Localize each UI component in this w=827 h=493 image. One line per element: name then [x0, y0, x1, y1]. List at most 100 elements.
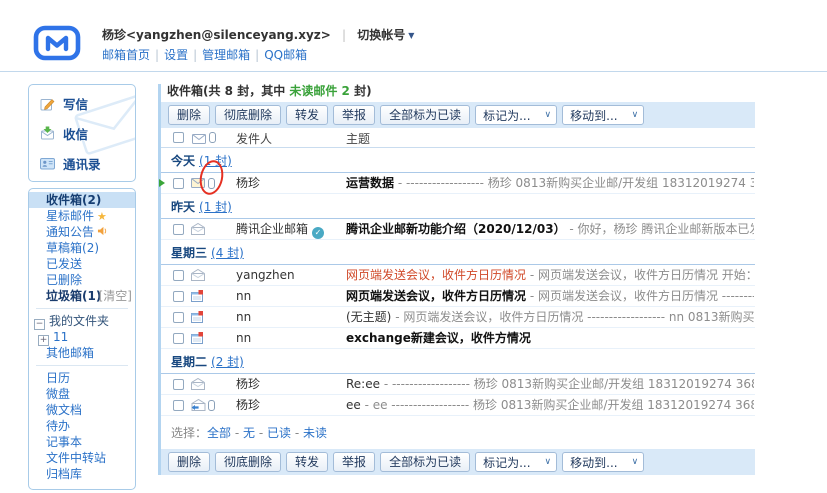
move-to-dropdown[interactable]: 移动到...∨ — [562, 452, 644, 472]
attachment-icon — [208, 178, 215, 189]
sidebar-item-drafts[interactable]: 草稿箱(2) — [29, 240, 135, 256]
mail-read-icon — [191, 223, 205, 238]
official-badge-icon: ✓ — [312, 227, 324, 239]
star-icon: ★ — [97, 210, 107, 223]
sidebar-item-inbox[interactable]: 收件箱(2) — [29, 192, 135, 208]
group-header-tuesday: 星期二(2 封) — [161, 349, 755, 374]
speaker-icon — [97, 225, 108, 239]
sidebar-item-sent[interactable]: 已发送 — [29, 256, 135, 272]
column-header-row: 发件人 主题 — [161, 128, 755, 148]
chevron-down-icon: ∨ — [545, 457, 552, 467]
sidebar-item-folder-11[interactable]: +11 — [29, 329, 135, 345]
mail-row[interactable]: nn (无主题) - 网页端发送会议，收件方日历情况 -------------… — [161, 307, 755, 328]
sidebar-item-announcements[interactable]: 通知公告 — [29, 224, 135, 240]
exmail-logo-icon — [33, 25, 85, 64]
select-all-checkbox[interactable] — [173, 132, 184, 143]
mail-row[interactable]: nn exchange新建会议，收件方情况 — [161, 328, 755, 349]
move-to-dropdown[interactable]: 移动到...∨ — [562, 105, 644, 125]
chevron-down-icon: ∨ — [545, 110, 552, 120]
row-checkbox[interactable] — [173, 270, 184, 281]
group-count-link[interactable]: (2 封) — [211, 355, 244, 369]
sender: nn — [236, 328, 342, 348]
separator: - — [231, 426, 243, 440]
mail-row[interactable]: yangzhen 网页端发送会议，收件方日历情况 - 网页端发送会议，收件方日历… — [161, 265, 755, 286]
column-header-sender: 发件人 — [236, 130, 272, 147]
nav-settings[interactable]: 设置 — [164, 48, 188, 62]
attachment-column-icon — [209, 132, 216, 143]
sender: 腾讯企业邮箱✓ — [236, 219, 342, 239]
mail-row[interactable]: 腾讯企业邮箱✓ 腾讯企业邮新功能介绍（2020/12/03） - 你好，杨珍 腾… — [161, 219, 755, 240]
group-count-link[interactable]: (1 封) — [199, 200, 232, 214]
mark-as-dropdown[interactable]: 标记为...∨ — [475, 452, 557, 472]
sidebar-item-wedoc[interactable]: 微文档 — [29, 402, 135, 418]
sidebar-item-notebook[interactable]: 记事本 — [29, 434, 135, 450]
row-checkbox[interactable] — [173, 291, 184, 302]
subject: 腾讯企业邮新功能介绍（2020/12/03） - 你好，杨珍 腾讯企业邮新版本已… — [346, 219, 754, 239]
forward-button[interactable]: 转发 — [286, 105, 328, 125]
calendar-invite-icon — [191, 332, 203, 347]
switch-account-link[interactable]: 切换帐号▼ — [357, 28, 414, 42]
group-count-link[interactable]: (1 封) — [199, 154, 232, 168]
row-checkbox[interactable] — [173, 178, 184, 189]
row-checkbox[interactable] — [173, 400, 184, 411]
mail-row[interactable]: 杨珍 Re:ee - ------------------ 杨珍 0813新购买… — [161, 374, 755, 395]
select-all-link[interactable]: 全部 — [207, 426, 231, 440]
sidebar-item-my-folders[interactable]: −我的文件夹 — [29, 313, 135, 329]
row-checkbox[interactable] — [173, 379, 184, 390]
sidebar-item-deleted[interactable]: 已删除 — [29, 272, 135, 288]
mail-row[interactable]: 杨珍 ee - ee ------------------ 杨珍 0813新购买… — [161, 395, 755, 416]
select-none-link[interactable]: 无 — [243, 426, 255, 440]
nav-mail-home[interactable]: 邮箱首页 — [102, 48, 150, 62]
divider — [36, 308, 128, 309]
mark-as-dropdown[interactable]: 标记为...∨ — [475, 105, 557, 125]
forward-button[interactable]: 转发 — [286, 452, 328, 472]
group-header-wednesday: 星期三(4 封) — [161, 240, 755, 265]
delete-button[interactable]: 删除 — [168, 452, 210, 472]
sender: nn — [236, 286, 342, 306]
subject: 运营数据 - ------------------ 杨珍 0813新购买企业邮/… — [346, 173, 754, 193]
sidebar-item-file-transfer[interactable]: 文件中转站 — [29, 450, 135, 466]
mail-row[interactable]: nn 网页端发送会议，收件方日历情况 - 网页端发送会议，收件方日历情况 ---… — [161, 286, 755, 307]
row-checkbox[interactable] — [173, 224, 184, 235]
separator: | — [193, 48, 197, 62]
top-header: 杨珍<yangzhen@silenceyang.xyz> | 切换帐号▼ 邮箱首… — [0, 0, 827, 72]
divider — [36, 365, 128, 366]
separator: | — [155, 48, 159, 62]
sidebar-item-archive[interactable]: 归档库 — [29, 466, 135, 482]
sidebar-item-todo[interactable]: 待办 — [29, 418, 135, 434]
delete-permanently-button[interactable]: 彻底删除 — [215, 452, 281, 472]
mail-list-panel: 收件箱(共 8 封，其中 未读邮件 2 封) 删除 彻底删除 转发 举报 全部标… — [158, 84, 755, 475]
pencil-icon — [40, 96, 55, 111]
sidebar-item-junk[interactable]: 垃圾箱(1)[清空] — [29, 288, 135, 304]
nav-manage-mail[interactable]: 管理邮箱 — [202, 48, 250, 62]
sender: yangzhen — [236, 265, 342, 285]
sidebar-item-starred[interactable]: 星标邮件★ — [29, 208, 135, 224]
selection-row: 选择：全部 - 无 - 已读 - 未读 — [161, 416, 755, 446]
contacts-button[interactable]: 通讯录 — [29, 148, 135, 178]
row-checkbox[interactable] — [173, 333, 184, 344]
inbox-download-icon — [40, 126, 55, 140]
report-button[interactable]: 举报 — [333, 452, 375, 472]
sidebar-item-calendar[interactable]: 日历 — [29, 370, 135, 386]
select-read-link[interactable]: 已读 — [267, 426, 291, 440]
header-nav: 邮箱首页|设置|管理邮箱|QQ邮箱 — [102, 46, 307, 63]
select-unread-link[interactable]: 未读 — [303, 426, 327, 440]
empty-junk-link[interactable]: [清空] — [99, 288, 132, 304]
row-checkbox[interactable] — [173, 312, 184, 323]
mail-row[interactable]: 杨珍 运营数据 - ------------------ 杨珍 0813新购买企… — [161, 173, 755, 194]
delete-button[interactable]: 删除 — [168, 105, 210, 125]
separator: - — [255, 426, 267, 440]
compose-button[interactable]: 写信 — [29, 88, 135, 118]
account-line: 杨珍<yangzhen@silenceyang.xyz> | 切换帐号▼ — [102, 26, 414, 43]
sender: 杨珍 — [236, 374, 342, 394]
mark-all-read-button[interactable]: 全部标为已读 — [380, 105, 470, 125]
inbox-title: 收件箱(共 8 封，其中 未读邮件 2 封) — [161, 84, 755, 102]
mark-all-read-button[interactable]: 全部标为已读 — [380, 452, 470, 472]
nav-qq-mail[interactable]: QQ邮箱 — [264, 48, 307, 62]
delete-permanently-button[interactable]: 彻底删除 — [215, 105, 281, 125]
sidebar-item-other-mailboxes[interactable]: 其他邮箱 — [29, 345, 135, 361]
group-count-link[interactable]: (4 封) — [211, 246, 244, 260]
receive-mail-button[interactable]: 收信 — [29, 118, 135, 148]
sidebar-item-weiyun[interactable]: 微盘 — [29, 386, 135, 402]
report-button[interactable]: 举报 — [333, 105, 375, 125]
